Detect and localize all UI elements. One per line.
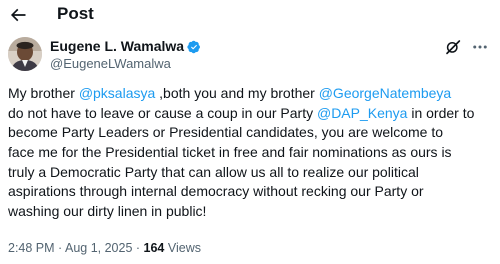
tweet-meta: 2:48 PM · Aug 1, 2025 · 164 Views (8, 240, 201, 256)
tweet-text-segment: face me for the Presidential ticket in f… (8, 144, 452, 161)
tweet-text-line: face me for the Presidential ticket in f… (8, 143, 494, 163)
avatar-image (8, 37, 42, 71)
author-name-row: Eugene L. Wamalwa (50, 38, 201, 55)
page-title: Post (57, 4, 94, 23)
tweet-text-segment: in order to (407, 104, 475, 121)
more-horizontal-icon (473, 45, 487, 49)
tweet-text-line: do not have to leave or cause a coup in … (8, 104, 494, 124)
top-bar: Post (0, 0, 500, 30)
tweet-text-segment: truly a Democratic Party that can allow … (8, 163, 419, 180)
views-label: Views (164, 241, 201, 255)
tweet-text-line: become Party Leaders or Presidential can… (8, 123, 494, 143)
back-arrow-icon (10, 8, 26, 22)
meta-separator: · (132, 241, 144, 255)
tweet-text-line: truly a Democratic Party that can allow … (8, 163, 494, 183)
tweet-text-segment: washing our dirty linen in public! (8, 203, 207, 220)
tweet-text-segment: ,both you and my brother (155, 85, 319, 101)
tweet-text-segment: do not have to leave or cause a coup in … (8, 104, 317, 121)
avatar[interactable] (8, 37, 42, 71)
tweet-text-segment: My brother (8, 85, 79, 101)
grok-button[interactable] (444, 38, 462, 56)
tweet-text-line: My brother @pksalasya ,both you and my b… (8, 84, 494, 104)
tweet-text-segment: aspirations through internal democracy w… (8, 183, 424, 200)
tweet-date[interactable]: Aug 1, 2025 (65, 241, 132, 255)
author-name[interactable]: Eugene L. Wamalwa (50, 38, 184, 55)
mention-link[interactable]: @pksalasya (79, 85, 155, 101)
tweet-text: My brother @pksalasya ,both you and my b… (8, 84, 494, 222)
back-button[interactable] (6, 3, 30, 27)
mention-link[interactable]: @DAP_Kenya (317, 105, 407, 121)
tweet-time[interactable]: 2:48 PM (8, 241, 55, 255)
tweet-text-line: washing our dirty linen in public! (8, 202, 494, 222)
tweet-text-segment: become Party Leaders or Presidential can… (8, 124, 444, 141)
author-handle[interactable]: @EugeneLWamalwa (50, 56, 171, 72)
more-options-button[interactable] (470, 38, 490, 56)
mention-link[interactable]: @GeorgeNatembeya (319, 85, 452, 101)
grok-icon (446, 40, 461, 55)
views-count[interactable]: 164 (144, 241, 165, 255)
tweet-text-line: aspirations through internal democracy w… (8, 182, 494, 202)
meta-separator: · (54, 241, 65, 255)
verified-badge-icon[interactable] (187, 40, 201, 54)
